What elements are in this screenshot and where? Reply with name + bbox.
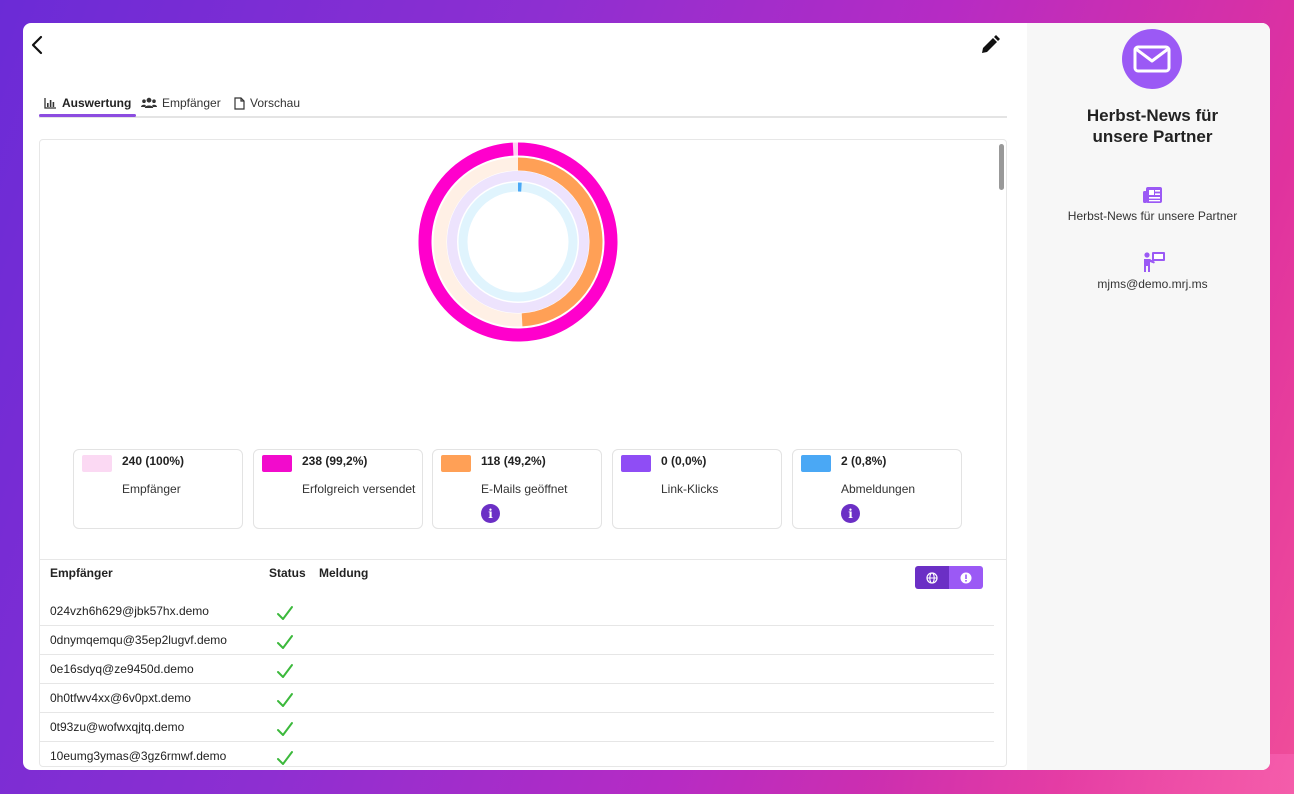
stat-card-unsubscribes: 2 (0,8%) Abmeldungen i [792, 449, 962, 529]
checkmark-icon [276, 662, 294, 680]
tab-empfaenger[interactable]: Empfänger [141, 90, 221, 116]
scrollbar-thumb[interactable] [999, 144, 1004, 190]
checkmark-icon [276, 604, 294, 622]
file-icon [234, 96, 245, 110]
stat-value: 0 (0,0%) [661, 454, 707, 468]
title-line-1: Herbst-News für [1086, 106, 1219, 125]
globe-icon [926, 571, 938, 584]
view-toggle [915, 566, 983, 589]
checkmark-icon [276, 691, 294, 709]
envelope-glyph [1133, 45, 1171, 73]
checkmark-icon [276, 720, 294, 738]
stat-card-clicks: 0 (0,0%) Link-Klicks [612, 449, 782, 529]
column-header-recipient: Empfänger [50, 566, 113, 580]
toggle-alert-button[interactable] [949, 566, 983, 589]
table-row[interactable]: 0e16sdyq@ze9450d.demo [40, 654, 994, 684]
stat-value: 118 (49,2%) [481, 454, 546, 468]
tab-bar: Auswertung Empfänger Vorschau [39, 90, 1007, 118]
stat-card-sent: 238 (99,2%) Erfolgreich versendet [253, 449, 423, 529]
tab-label: Empfänger [162, 96, 221, 110]
recipient-email: 0e16sdyq@ze9450d.demo [50, 662, 194, 676]
stat-label: Empfänger [122, 482, 181, 496]
legend-swatch [621, 455, 651, 472]
legend-swatch [82, 455, 112, 472]
app-window: Auswertung Empfänger Vorschau 240 (100%)… [23, 23, 1270, 770]
table-row[interactable]: 0t93zu@wofwxqjtq.demo [40, 712, 994, 742]
stat-value: 238 (99,2%) [302, 454, 368, 468]
legend-swatch [441, 455, 471, 472]
recipient-email: 10eumg3ymas@3gz6rmwf.demo [50, 749, 227, 763]
recipient-email: 024vzh6h629@jbk57hx.demo [50, 604, 209, 618]
info-icon[interactable]: i [481, 504, 500, 523]
table-row[interactable]: 0dnymqemqu@35ep2lugvf.demo [40, 625, 994, 655]
pencil-icon [982, 35, 1000, 53]
sender-email: mjms@demo.mrj.ms [1097, 277, 1208, 291]
stat-label: E-Mails geöffnet [481, 482, 568, 496]
newspaper-icon [1142, 184, 1164, 206]
tab-vorschau[interactable]: Vorschau [234, 90, 300, 116]
donut-chart-svg [418, 142, 618, 342]
ring-track [447, 171, 589, 313]
donut-chart [418, 142, 618, 342]
evaluation-panel: 240 (100%) Empfänger 238 (99,2%) Erfolgr… [39, 139, 1007, 767]
checkmark-icon [276, 749, 294, 766]
title-line-2: unsere Partner [1092, 127, 1213, 146]
tab-label: Vorschau [250, 96, 301, 110]
column-header-status: Status [269, 566, 306, 580]
bar-chart-icon [44, 98, 56, 109]
tab-label: Auswertung [62, 96, 132, 110]
back-button[interactable] [27, 33, 49, 57]
stat-label: Erfolgreich versendet [302, 482, 416, 496]
alert-icon [960, 572, 972, 583]
newsletter-title: Herbst-News für unsere Partner [1027, 105, 1270, 147]
recipient-table: Empfänger Status Meldung 024vzh6h629@jbk… [40, 559, 1006, 766]
column-header-message: Meldung [319, 566, 369, 580]
recipient-email: 0dnymqemqu@35ep2lugvf.demo [50, 633, 227, 647]
users-icon [141, 97, 157, 108]
presenter-icon [1142, 251, 1165, 273]
stat-label: Abmeldungen [841, 482, 916, 496]
checkmark-icon [276, 633, 294, 651]
toggle-globe-button[interactable] [915, 566, 949, 589]
edit-button[interactable] [978, 33, 1002, 57]
chevron-left-icon [31, 35, 43, 55]
sidebar: Herbst-News für unsere Partner Herbst-Ne… [1027, 23, 1270, 770]
stat-value: 2 (0,8%) [841, 454, 887, 468]
newsletter-name: Herbst-News für unsere Partner [1067, 209, 1238, 223]
stat-label: Link-Klicks [661, 482, 719, 496]
legend-swatch [801, 455, 831, 472]
envelope-icon [1122, 29, 1182, 89]
active-tab-indicator [39, 114, 136, 117]
stat-value: 240 (100%) [122, 454, 185, 468]
table-row[interactable]: 0h0tfwv4xx@6v0pxt.demo [40, 683, 994, 713]
stat-card-opened: 118 (49,2%) E-Mails geöffnet i [432, 449, 602, 529]
recipient-email: 0t93zu@wofwxqjtq.demo [50, 720, 185, 734]
ring-track [458, 182, 578, 302]
stat-card-recipients: 240 (100%) Empfänger [73, 449, 243, 529]
table-row[interactable]: 10eumg3ymas@3gz6rmwf.demo [40, 741, 994, 766]
legend-swatch [262, 455, 292, 472]
recipient-email: 0h0tfwv4xx@6v0pxt.demo [50, 691, 191, 705]
table-row[interactable]: 024vzh6h629@jbk57hx.demo [40, 596, 994, 626]
main-panel: Auswertung Empfänger Vorschau 240 (100%)… [23, 23, 1027, 770]
info-icon[interactable]: i [841, 504, 860, 523]
tab-auswertung[interactable]: Auswertung [44, 90, 131, 116]
